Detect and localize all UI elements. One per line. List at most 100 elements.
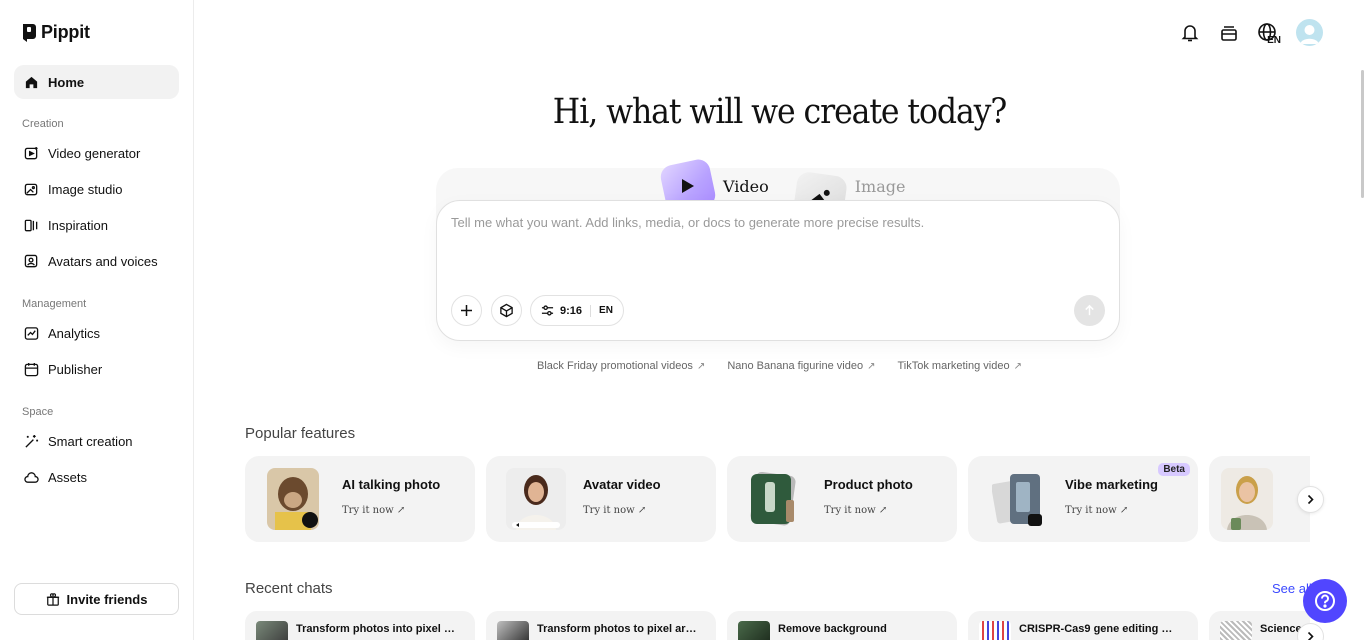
inspiration-icon <box>23 217 39 233</box>
tab-label: Image <box>854 176 906 196</box>
arrow-up-icon <box>1085 304 1094 316</box>
output-language-value: EN <box>599 305 613 316</box>
chat-title: Transform photos into pixel a... <box>296 623 456 635</box>
section-creation: Creation <box>22 118 64 130</box>
suggestion-label: Nano Banana figurine video <box>727 360 864 372</box>
arrow-up-right-icon: ↗ <box>1013 360 1022 372</box>
feature-title: Avatar video <box>583 477 661 492</box>
invite-friends-button[interactable]: Invite friends <box>14 583 179 615</box>
send-button[interactable] <box>1074 295 1105 326</box>
sliders-icon <box>541 305 554 316</box>
recent-chat-item[interactable]: Transform photos to pixel art ... <box>486 611 716 640</box>
model-button[interactable] <box>491 295 522 326</box>
section-management: Management <box>22 298 87 310</box>
features-carousel: AI talking photo Try it now ↗ Avatar vid… <box>245 456 1310 542</box>
header-actions: EN <box>1179 19 1323 46</box>
add-attachment-button[interactable] <box>451 295 482 326</box>
sidebar-item-label: Avatars and voices <box>48 253 158 269</box>
cloud-icon <box>23 469 39 485</box>
arrow-up-right-icon: ↗ <box>867 360 876 372</box>
suggestion-link[interactable]: Black Friday promotional videos ↗ <box>537 360 705 372</box>
suggestion-label: Black Friday promotional videos <box>537 360 693 372</box>
feature-card-ai-talking-photo[interactable]: AI talking photo Try it now ↗ <box>245 456 475 542</box>
aspect-ratio-value: 9:16 <box>560 304 583 317</box>
sidebar-item-home[interactable]: Home <box>14 65 179 99</box>
section-space: Space <box>22 406 54 418</box>
suggestion-link[interactable]: TikTok marketing video ↗ <box>897 360 1021 372</box>
prompt-suggestions: Black Friday promotional videos ↗ Nano Ba… <box>194 360 1365 372</box>
gift-icon <box>46 593 59 606</box>
feature-title: Product photo <box>824 477 913 492</box>
chat-title: CRISPR-Cas9 gene editing m... <box>1019 623 1179 635</box>
suggestion-link[interactable]: Nano Banana figurine video ↗ <box>727 360 875 372</box>
feature-thumbnail <box>992 468 1048 530</box>
help-button[interactable] <box>1303 579 1347 623</box>
logo-text: Pippit <box>41 22 90 42</box>
carousel-next-button[interactable] <box>1297 486 1324 513</box>
help-icon <box>1315 591 1335 611</box>
chat-thumbnail <box>738 621 770 640</box>
beta-badge: Beta <box>1158 463 1190 476</box>
divider <box>590 304 592 317</box>
section-title-recent: Recent chats <box>245 580 333 597</box>
sidebar-item-image-studio[interactable]: Image studio <box>14 172 179 206</box>
recent-next-button[interactable] <box>1297 623 1324 640</box>
sidebar-item-label: Inspiration <box>48 217 108 233</box>
sidebar-item-inspiration[interactable]: Inspiration <box>14 208 179 242</box>
feature-thumbnail <box>1221 468 1273 530</box>
chevron-right-icon <box>1307 494 1314 505</box>
credits-icon[interactable] <box>1218 20 1240 46</box>
sidebar-item-label: Publisher <box>48 361 103 377</box>
recent-chat-item[interactable]: Remove background <box>727 611 957 640</box>
language-selector[interactable]: EN <box>1257 20 1281 46</box>
home-icon <box>23 74 39 90</box>
feature-card-vibe-marketing[interactable]: Beta Vibe marketing Try it now ↗ <box>968 456 1198 542</box>
invite-friends-label: Invite friends <box>66 591 148 607</box>
sidebar-item-label: Video generator <box>48 145 141 161</box>
feature-thumbnail <box>749 468 801 530</box>
chat-title: Transform photos to pixel art ... <box>537 623 697 635</box>
sidebar-item-avatars-voices[interactable]: Avatars and voices <box>14 244 179 278</box>
tab-label: Video <box>723 176 769 196</box>
avatar-icon <box>23 253 39 269</box>
feature-title: AI talking photo <box>342 477 441 492</box>
user-avatar[interactable] <box>1296 19 1323 46</box>
feature-card-avatar-video[interactable]: Avatar video Try it now ↗ <box>486 456 716 542</box>
generation-settings-button[interactable]: 9:16 EN <box>530 295 624 326</box>
sidebar-item-smart-creation[interactable]: Smart creation <box>14 424 179 458</box>
logo[interactable]: Pippit <box>22 22 90 43</box>
suggestion-label: TikTok marketing video <box>897 360 1010 372</box>
feature-card-partial[interactable] <box>1209 456 1310 542</box>
plus-icon <box>461 305 472 316</box>
bell-icon[interactable] <box>1179 20 1201 46</box>
recent-chat-item[interactable]: Transform photos into pixel a... <box>245 611 475 640</box>
sidebar-item-label: Home <box>48 74 85 90</box>
feature-title: Vibe marketing <box>1065 477 1158 492</box>
feature-thumbnail <box>267 468 319 530</box>
analytics-icon <box>23 325 39 341</box>
user-icon <box>1300 25 1319 44</box>
cube-icon <box>500 303 513 318</box>
video-generator-icon <box>23 145 39 161</box>
chat-thumbnail <box>256 621 288 640</box>
chat-thumbnail <box>979 621 1011 640</box>
sidebar-item-label: Image studio <box>48 181 123 197</box>
sidebar-item-label: Analytics <box>48 325 101 341</box>
sidebar-item-video-generator[interactable]: Video generator <box>14 136 179 170</box>
calendar-icon <box>23 361 39 377</box>
prompt-input[interactable] <box>451 215 1101 230</box>
feature-card-product-photo[interactable]: Product photo Try it now ↗ <box>727 456 957 542</box>
feature-cta: Try it now ↗ <box>824 505 888 516</box>
chat-thumbnail <box>1220 621 1252 640</box>
recent-chat-item[interactable]: Science <box>1209 611 1310 640</box>
recent-chat-item[interactable]: CRISPR-Cas9 gene editing m... <box>968 611 1198 640</box>
app-root: Pippit Home Creation Video generator Ima… <box>0 0 1365 640</box>
sidebar-item-assets[interactable]: Assets <box>14 460 179 494</box>
section-title-popular: Popular features <box>245 425 356 442</box>
sidebar-item-analytics[interactable]: Analytics <box>14 316 179 350</box>
chat-thumbnail <box>497 621 529 640</box>
arrow-up-right-icon: ↗ <box>696 360 706 372</box>
sidebar-item-publisher[interactable]: Publisher <box>14 352 179 386</box>
pippit-logo-icon <box>23 23 36 42</box>
page-scrollbar[interactable] <box>1361 70 1364 198</box>
